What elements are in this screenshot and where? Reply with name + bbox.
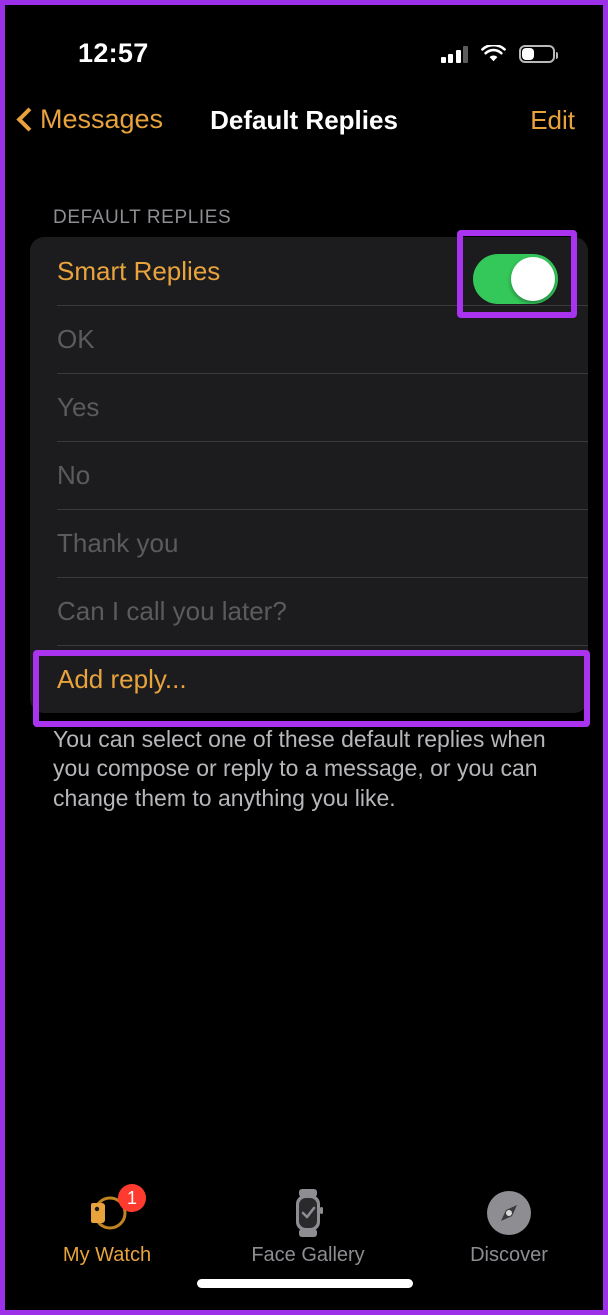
reply-row-no[interactable]: No xyxy=(30,441,588,509)
tab-label: Face Gallery xyxy=(251,1244,365,1266)
status-bar-icons xyxy=(440,41,558,67)
section-footer-note: You can select one of these default repl… xyxy=(53,726,546,811)
smart-replies-row[interactable]: Smart Replies xyxy=(30,237,588,305)
edit-button[interactable]: Edit xyxy=(530,105,575,136)
reply-label: No xyxy=(57,459,91,490)
status-bar-clock: 12:57 xyxy=(78,38,149,68)
compass-icon xyxy=(482,1188,536,1238)
home-indicator[interactable] xyxy=(197,1279,413,1288)
apple-watch-side-icon: 1 xyxy=(80,1184,146,1238)
reply-row-thank-you[interactable]: Thank you xyxy=(30,509,588,577)
add-reply-row[interactable]: Add reply... xyxy=(30,645,588,713)
tab-badge: 1 xyxy=(118,1184,146,1212)
cellular-signal-icon xyxy=(440,45,468,63)
phone-screen: 12:57 Messages Default Replies Edit DEFA… xyxy=(0,0,608,1315)
reply-label: Can I call you later? xyxy=(57,595,287,626)
reply-label: Thank you xyxy=(57,527,179,558)
tab-label: Discover xyxy=(470,1244,548,1266)
tab-discover[interactable]: Discover xyxy=(429,1188,589,1270)
smart-replies-label: Smart Replies xyxy=(57,255,221,286)
watch-face-check-icon xyxy=(281,1188,335,1238)
default-replies-card: Smart Replies OK Yes No Thank you Can I … xyxy=(30,237,588,713)
smart-replies-toggle[interactable] xyxy=(473,254,558,304)
tab-label: My Watch xyxy=(62,1244,152,1266)
section-header: DEFAULT REPLIES xyxy=(53,207,232,228)
reply-row-call-later[interactable]: Can I call you later? xyxy=(30,577,588,645)
tab-my-watch[interactable]: 1 My Watch xyxy=(27,1184,187,1270)
toggle-knob xyxy=(511,257,555,301)
reply-label: Yes xyxy=(57,391,100,422)
page-title: Default Replies xyxy=(210,105,398,135)
add-reply-label: Add reply... xyxy=(57,663,187,694)
wifi-icon xyxy=(481,43,506,63)
navigation-bar: Messages Default Replies Edit xyxy=(5,90,603,160)
reply-row-ok[interactable]: OK xyxy=(30,305,588,373)
tab-bar: 1 My Watch Face Gallery Discover xyxy=(5,1180,603,1305)
status-bar: 12:57 xyxy=(5,5,603,83)
reply-row-yes[interactable]: Yes xyxy=(30,373,588,441)
battery-icon xyxy=(519,45,558,63)
tab-face-gallery[interactable]: Face Gallery xyxy=(228,1188,388,1270)
reply-label: OK xyxy=(57,323,95,354)
